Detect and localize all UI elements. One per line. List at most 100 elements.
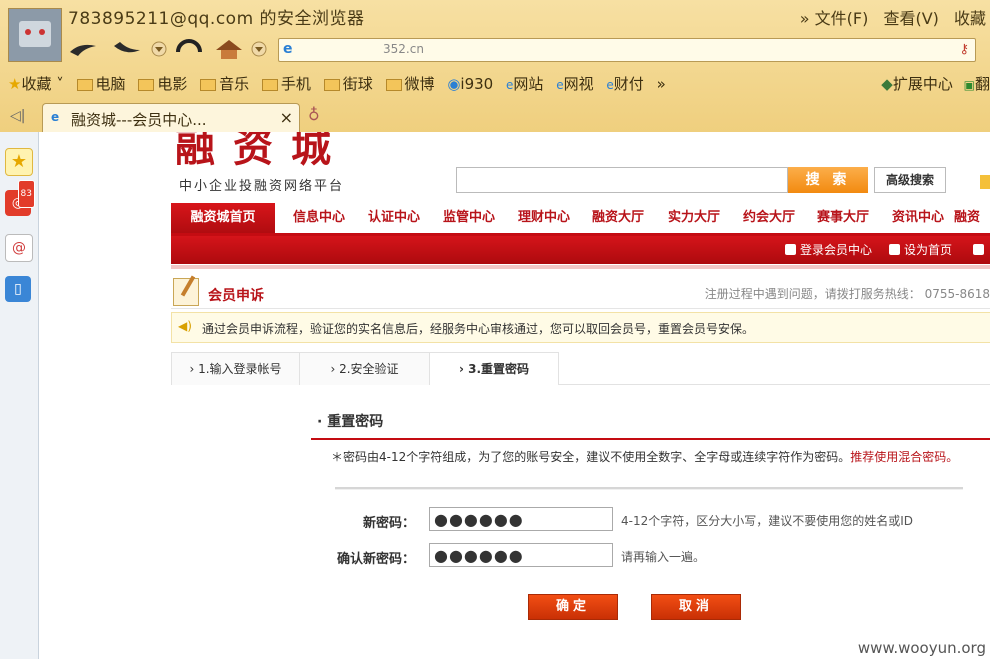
- refresh-icon[interactable]: [174, 38, 204, 60]
- dropdown-arrow-icon[interactable]: [150, 38, 168, 60]
- robot-face-icon: [19, 21, 51, 47]
- new-password-label: 新密码：: [362, 516, 415, 531]
- nav-home[interactable]: 融资城首页: [171, 203, 275, 233]
- browser-sidebar: ★ ◎83 @ ▯: [0, 132, 39, 659]
- menu-favorites[interactable]: 收藏: [954, 9, 986, 28]
- advanced-search-button[interactable]: 高级搜索: [874, 167, 946, 193]
- nav-news[interactable]: 资讯中心: [892, 203, 944, 233]
- bookmarks-bar: ★收藏 ˅ 电脑 电影 音乐 手机 街球 微博 ◉i930 e网站 e网视 e财…: [8, 73, 674, 95]
- folder-icon: [200, 78, 217, 91]
- bookmark-item[interactable]: 微博: [385, 73, 435, 94]
- web-page: 融资城 中小企业投融资网络平台 搜 索 高级搜索 融资城首页 信息中心 认证中心…: [39, 132, 990, 659]
- more-icon[interactable]: [973, 236, 988, 264]
- notice-text: 通过会员申诉流程，验证您的实名信息后，经服务中心审核通过，您可以取回会员号，重置…: [202, 322, 755, 336]
- nav-cert[interactable]: 认证中心: [368, 203, 420, 233]
- site-logo[interactable]: 融资城: [175, 132, 349, 168]
- nav-event-hall[interactable]: 赛事大厅: [817, 203, 869, 233]
- menu-view[interactable]: 查看(V): [883, 9, 938, 28]
- folder-icon: [323, 78, 340, 91]
- address-bar[interactable]: e 352.cn ⚷: [278, 38, 976, 62]
- nav-shadow: [171, 265, 990, 269]
- translate-icon: ▣: [963, 78, 975, 92]
- new-password-tip: 4-12个字符，区分大小写，建议不要使用您的姓名或ID: [621, 514, 914, 528]
- nav-finance[interactable]: 理财中心: [518, 203, 570, 233]
- cube-icon: ◆: [881, 75, 893, 93]
- browser-chrome: 783895211@qq.com 的安全浏览器 » 文件(F) 查看(V) 收藏…: [0, 0, 990, 133]
- ie-icon: e: [51, 110, 60, 124]
- confirm-password-input[interactable]: ●●●●●●: [429, 543, 613, 567]
- tab-title: 融资城---会员中心...: [71, 111, 207, 129]
- nav-supervision[interactable]: 监管中心: [443, 203, 495, 233]
- bookmark-favorites[interactable]: ★收藏 ˅: [8, 73, 64, 94]
- appeal-icon: [173, 275, 199, 306]
- chevron-right-icon: ›: [458, 362, 464, 376]
- ie-icon: e: [606, 78, 614, 92]
- translate-button[interactable]: ▣翻: [964, 75, 990, 93]
- login-member-link[interactable]: 登录会员中心: [785, 236, 872, 264]
- divider: [335, 487, 963, 490]
- mail-icon[interactable]: @: [5, 234, 33, 262]
- key-icon[interactable]: ⚷: [959, 42, 969, 57]
- menu-bar: » 文件(F) 查看(V) 收藏: [790, 5, 986, 29]
- bookmark-item[interactable]: 音乐: [200, 73, 249, 94]
- cancel-button[interactable]: 取消: [651, 594, 741, 620]
- close-tab-icon[interactable]: ×: [280, 108, 293, 127]
- tab-bar: ◁| e 融资城---会员中心... × ♁: [0, 101, 990, 132]
- favorites-star-icon[interactable]: ★: [5, 148, 33, 176]
- new-tab-icon[interactable]: ♁: [308, 105, 320, 124]
- search-input[interactable]: [456, 167, 788, 193]
- weibo-icon[interactable]: ◎83: [5, 180, 35, 216]
- home-icon[interactable]: [214, 38, 244, 60]
- extension-center[interactable]: ◆扩展中心: [881, 75, 953, 93]
- star-icon: ★: [8, 75, 22, 93]
- bookmark-item[interactable]: 手机: [261, 73, 311, 94]
- step-3: › 3.重置密码: [429, 352, 559, 385]
- set-homepage-link[interactable]: 设为首页: [889, 236, 952, 264]
- bookmark-item[interactable]: 电脑: [76, 73, 126, 94]
- sub-nav: 登录会员中心 设为首页: [171, 236, 990, 264]
- step-2: › 2.安全验证: [299, 352, 430, 385]
- forward-swallow-icon[interactable]: [112, 38, 142, 60]
- nav-financing-hall[interactable]: 融资大厅: [592, 203, 644, 233]
- robot-eye-icon: [39, 29, 45, 35]
- bookmark-item[interactable]: e财付: [606, 73, 643, 94]
- step-1: › 1.输入登录帐号: [171, 352, 300, 385]
- pen-icon: [180, 275, 196, 297]
- tab-active[interactable]: e 融资城---会员中心... ×: [42, 103, 300, 132]
- nav-info[interactable]: 信息中心: [293, 203, 345, 233]
- bookmark-item[interactable]: ◉i930: [447, 75, 493, 93]
- bookmark-item[interactable]: e网视: [556, 73, 593, 94]
- window-icon: [973, 244, 984, 255]
- ie-icon: e: [556, 78, 564, 92]
- folder-icon: [76, 78, 93, 91]
- folder-icon: [138, 78, 155, 91]
- bookmarks-overflow[interactable]: »: [657, 75, 666, 93]
- bookmarks-right: ◆扩展中心 ▣翻: [881, 73, 990, 94]
- form-title-text: · 重置密码: [317, 414, 384, 430]
- folder-icon: [261, 78, 278, 91]
- nav-meeting-hall[interactable]: 约会大厅: [743, 203, 795, 233]
- weibo-badge: 83: [17, 180, 35, 208]
- password-hint-emphasis: 推荐使用混合密码。: [850, 450, 959, 464]
- address-url: 352.cn: [383, 42, 424, 56]
- back-swallow-icon[interactable]: [68, 38, 98, 60]
- phone-icon[interactable]: ▯: [5, 276, 31, 302]
- bookmark-item[interactable]: 街球: [323, 73, 373, 94]
- search-button[interactable]: 搜 索: [788, 167, 868, 193]
- main-nav: 融资城首页 信息中心 认证中心 监管中心 理财中心 融资大厅 实力大厅 约会大厅…: [171, 203, 990, 236]
- bookmark-item[interactable]: e网站: [506, 73, 543, 94]
- user-avatar[interactable]: [8, 8, 62, 62]
- user-icon: [785, 244, 796, 255]
- nav-overflow[interactable]: 融资: [954, 203, 980, 233]
- new-password-input[interactable]: ●●●●●●: [429, 507, 613, 531]
- ie-icon: e: [283, 41, 293, 57]
- nav-strength-hall[interactable]: 实力大厅: [668, 203, 720, 233]
- tab-scroll-left-icon[interactable]: ◁|: [10, 108, 25, 124]
- menu-file[interactable]: » 文件(F): [800, 9, 869, 28]
- form-title: · 重置密码: [311, 408, 990, 440]
- password-hint: ＊密码由4-12个字符组成，为了您的账号安全，建议不使用全数字、全字母或连续字符…: [331, 450, 959, 464]
- ok-button[interactable]: 确定: [528, 594, 618, 620]
- bookmark-item[interactable]: 电影: [138, 73, 187, 94]
- dropdown-arrow-icon[interactable]: [250, 38, 268, 60]
- video-icon: ◉: [447, 75, 461, 93]
